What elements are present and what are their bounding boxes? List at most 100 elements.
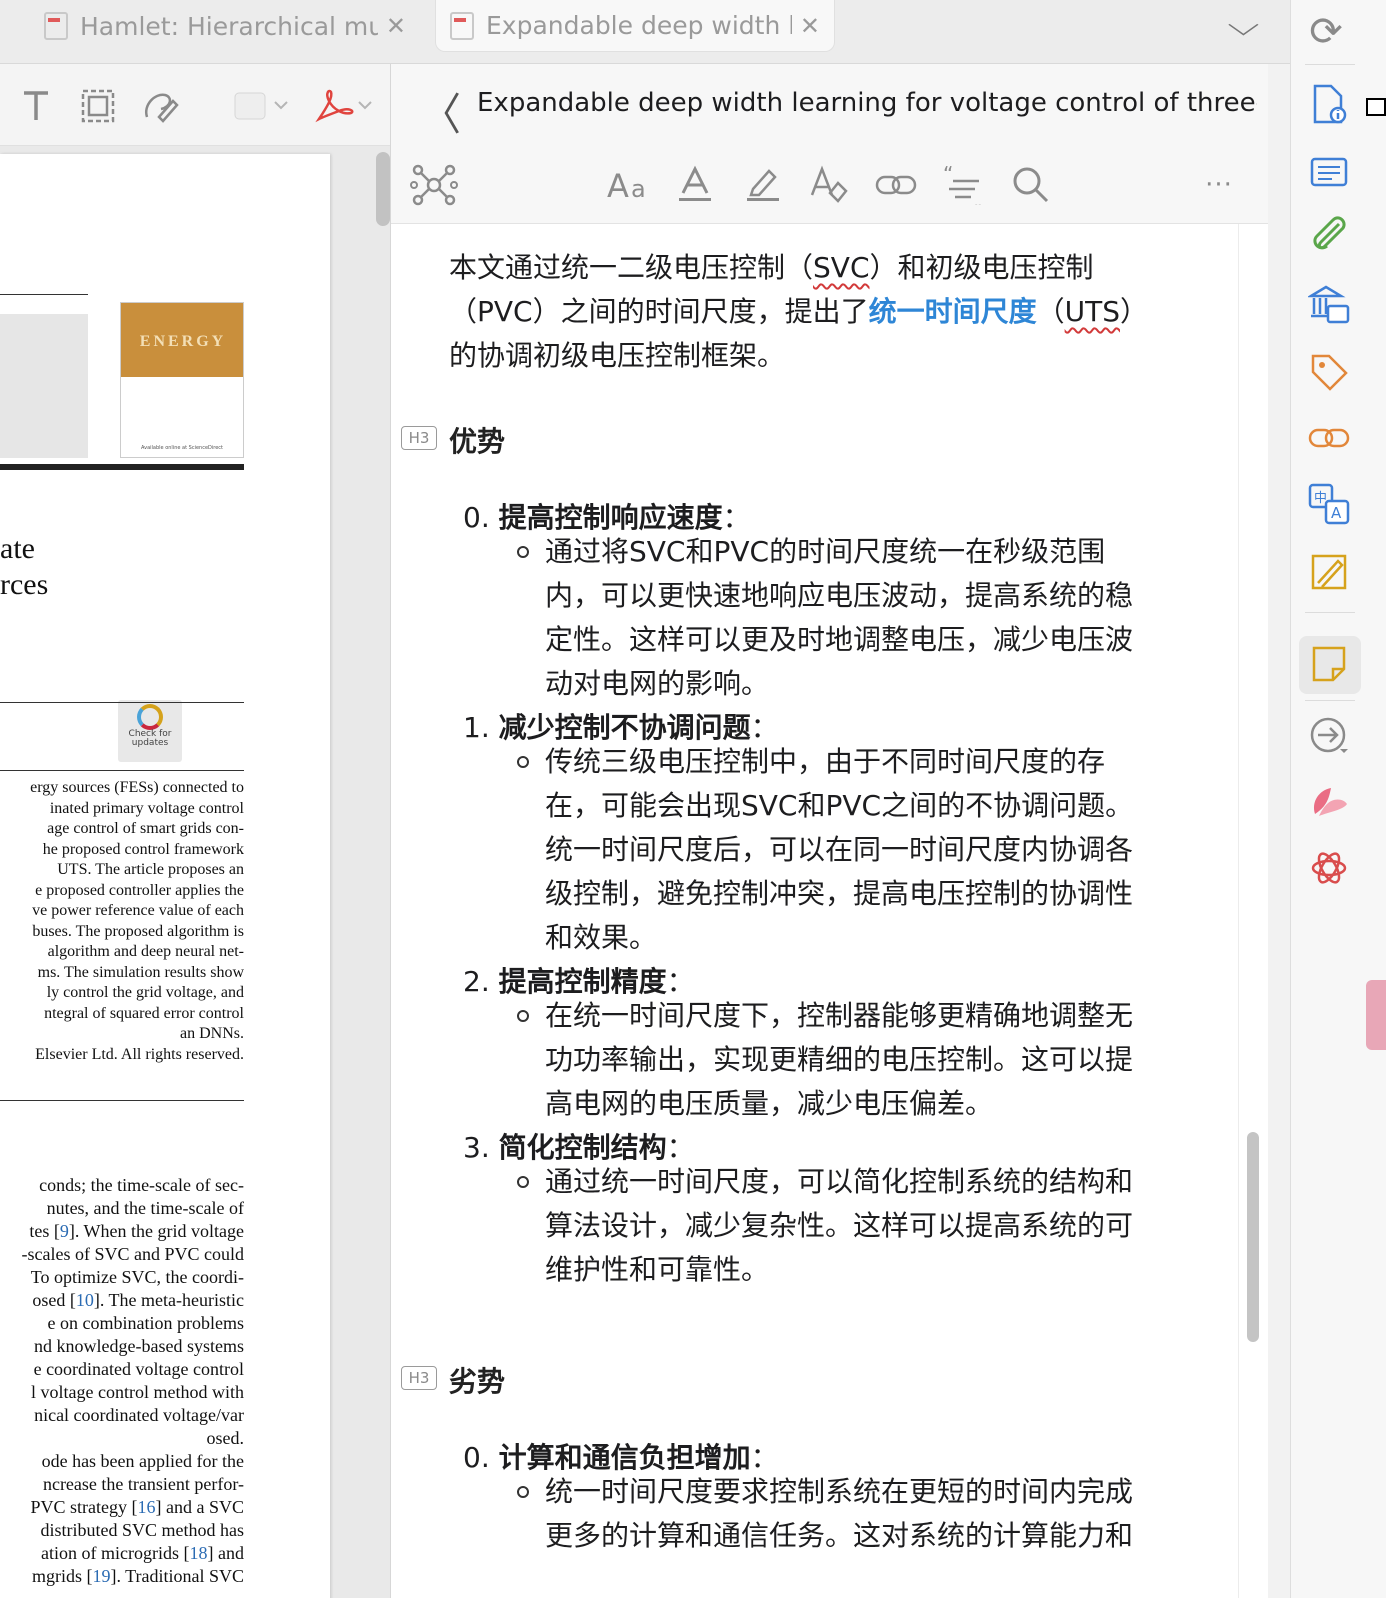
bullet-icon bbox=[517, 1176, 529, 1188]
bullet-icon bbox=[517, 546, 529, 558]
draw-icon[interactable] bbox=[140, 84, 180, 128]
close-icon[interactable]: ✕ bbox=[800, 12, 820, 40]
collapse-sidebar-icon[interactable] bbox=[1366, 98, 1386, 116]
intro-text: （ bbox=[1036, 295, 1065, 328]
svg-text:“: “ bbox=[943, 165, 953, 186]
disadvantages-heading: 劣势 bbox=[449, 1365, 506, 1398]
text-color-icon[interactable] bbox=[673, 162, 717, 208]
text-tool-icon[interactable] bbox=[18, 84, 54, 128]
note-toolbar: Aa “„ ··· bbox=[391, 146, 1268, 224]
acrobat-icon[interactable] bbox=[314, 84, 376, 128]
item-number: 2. bbox=[463, 965, 490, 998]
openai-icon[interactable] bbox=[1307, 846, 1351, 890]
sync-icon[interactable]: ⟳ bbox=[1291, 0, 1361, 64]
close-icon[interactable]: ✕ bbox=[386, 12, 406, 40]
advantages-heading: 优势 bbox=[449, 425, 506, 458]
abstract-line: inated primary voltage control bbox=[49, 799, 244, 817]
check-updates-icon bbox=[137, 704, 163, 730]
abstract-line: ntegral of squared error control bbox=[44, 1004, 244, 1022]
pdf-doc-icon bbox=[450, 11, 474, 40]
body-line: ation of microgrids [18] and bbox=[41, 1543, 244, 1563]
bullet-icon bbox=[517, 756, 529, 768]
body-line: distributed SVC method has bbox=[40, 1520, 245, 1540]
abstract-line: e proposed controller applies the bbox=[35, 881, 244, 899]
body-line: ncrease the transient perfor- bbox=[42, 1474, 244, 1494]
translate-icon[interactable]: 中A bbox=[1307, 482, 1351, 526]
floating-widget-tab[interactable] bbox=[1366, 980, 1386, 1050]
tag-icon[interactable] bbox=[1307, 350, 1351, 394]
chevron-down-icon[interactable]: ⌵ bbox=[1227, 8, 1259, 43]
back-chevron-icon[interactable]: 〈 bbox=[421, 79, 461, 143]
divider bbox=[0, 294, 88, 295]
tab-hamlet[interactable]: Hamlet: Hierarchical mul ✕ bbox=[30, 0, 420, 52]
outline-icon[interactable] bbox=[1307, 150, 1351, 194]
abstract-line: UTS. The article proposes an bbox=[57, 861, 244, 878]
body-line: PVC strategy [16] and a SVC bbox=[30, 1497, 245, 1517]
abstract-text: ergy sources (FESs) connected to inated p… bbox=[0, 778, 244, 1065]
body-line: To optimize SVC, the coordi- bbox=[30, 1267, 244, 1287]
check-for-updates-badge[interactable]: Check for updates bbox=[118, 700, 182, 762]
abstract-line: ms. The simulation results show bbox=[37, 963, 244, 981]
attachment-icon[interactable] bbox=[1307, 214, 1351, 258]
bullet-item: 统一时间尺度要求控制系统在更短的时间内完成更多的计算和通信任务。这对系统的计算能… bbox=[517, 1470, 1157, 1558]
tab-bar: Hamlet: Hierarchical mul ✕ Expandable de… bbox=[0, 0, 1290, 64]
citation-link[interactable]: 19 bbox=[92, 1566, 110, 1586]
font-size-icon[interactable]: Aa bbox=[605, 162, 655, 208]
divider bbox=[0, 770, 244, 771]
journal-cover-foot: Available online at ScienceDirect bbox=[140, 445, 224, 451]
bullet-item: 通过将SVC和PVC的时间尺度统一在秒级范围内，可以更快速地响应电压波动，提高系… bbox=[517, 530, 1157, 706]
citation-link[interactable]: 18 bbox=[190, 1543, 208, 1563]
more-icon[interactable]: ··· bbox=[1199, 162, 1239, 208]
petal-app-icon[interactable] bbox=[1307, 780, 1351, 824]
body-line: -scales of SVC and PVC could bbox=[21, 1244, 244, 1264]
highlight-icon[interactable] bbox=[741, 162, 785, 208]
bullet-text: 统一时间尺度要求控制系统在更短的时间内完成更多的计算和通信任务。这对系统的计算能… bbox=[545, 1475, 1134, 1552]
body-line: nutes, and the time-scale of bbox=[46, 1198, 244, 1218]
pdf-scrollbar[interactable] bbox=[376, 152, 390, 226]
export-icon[interactable] bbox=[1307, 714, 1351, 758]
paper-title-line: rces bbox=[0, 568, 49, 601]
note-scrollbar[interactable] bbox=[1247, 1132, 1259, 1342]
bullet-item: 传统三级电压控制中，由于不同时间尺度的存在，可能会出现SVC和PVC之间的不协调… bbox=[517, 740, 1157, 960]
note-header: 〈 Expandable deep width learning for vol… bbox=[391, 64, 1268, 146]
bullet-item: 在统一时间尺度下，控制器能够更精确地调整无功功率输出，实现更精细的电压控制。这可… bbox=[517, 994, 1157, 1126]
color-swatch-icon[interactable] bbox=[232, 84, 290, 128]
citation-link[interactable]: 10 bbox=[76, 1290, 94, 1310]
paper-title-line: ate bbox=[0, 532, 35, 565]
body-line: osed [10]. The meta-heuristic bbox=[32, 1290, 244, 1310]
citation-link[interactable]: 9 bbox=[60, 1221, 69, 1241]
abstract-line: an DNNs. bbox=[180, 1025, 244, 1042]
body-line: conds; the time-scale of sec- bbox=[39, 1175, 244, 1195]
abstract-line: ly control the grid voltage, and bbox=[46, 984, 244, 1001]
journal-cover-title: ENERGY bbox=[139, 333, 227, 350]
heading-level-badge: H3 bbox=[401, 1366, 437, 1390]
abstract-line: buses. The proposed algorithm is bbox=[32, 922, 244, 940]
library-icon[interactable] bbox=[1307, 282, 1351, 326]
journal-banner-box bbox=[0, 314, 88, 458]
area-select-icon[interactable] bbox=[78, 84, 118, 128]
highlighted-term[interactable]: 统一时间尺度 bbox=[869, 295, 1037, 328]
note-icon[interactable] bbox=[1307, 642, 1351, 686]
quote-icon[interactable]: “„ bbox=[941, 162, 985, 208]
divider bbox=[0, 702, 244, 703]
tab-expandable[interactable]: Expandable deep width l ✕ bbox=[435, 0, 835, 52]
link-icon[interactable] bbox=[873, 162, 919, 208]
body-text: conds; the time-scale of sec-nutes, and … bbox=[0, 1174, 244, 1588]
body-line: tes [9]. When the grid voltage bbox=[29, 1221, 244, 1241]
annotate-icon[interactable] bbox=[1307, 550, 1351, 594]
bullet-text: 传统三级电压控制中，由于不同时间尺度的存在，可能会出现SVC和PVC之间的不协调… bbox=[545, 745, 1134, 954]
citation-link[interactable]: 16 bbox=[138, 1497, 156, 1517]
related-link-icon[interactable] bbox=[1307, 416, 1351, 460]
check-updates-label: Check for updates bbox=[128, 729, 172, 748]
note-body[interactable]: 本文通过统一二级电压控制（SVC）和初级电压控制（PVC）之间的时间尺度，提出了… bbox=[391, 224, 1241, 1598]
doc-info-icon[interactable] bbox=[1307, 82, 1351, 126]
clear-format-icon[interactable] bbox=[807, 162, 851, 208]
mindmap-icon[interactable] bbox=[409, 162, 459, 208]
journal-cover: ENERGY Available online at ScienceDirect bbox=[120, 302, 244, 458]
right-sidebar: ⟳ 中A bbox=[1290, 0, 1386, 1598]
search-icon[interactable] bbox=[1009, 162, 1053, 208]
item-number: 1. bbox=[463, 711, 490, 744]
body-line: nd knowledge-based systems bbox=[34, 1336, 244, 1356]
abstract-line: age control of smart grids con- bbox=[47, 820, 244, 837]
svg-text:A: A bbox=[607, 167, 629, 205]
